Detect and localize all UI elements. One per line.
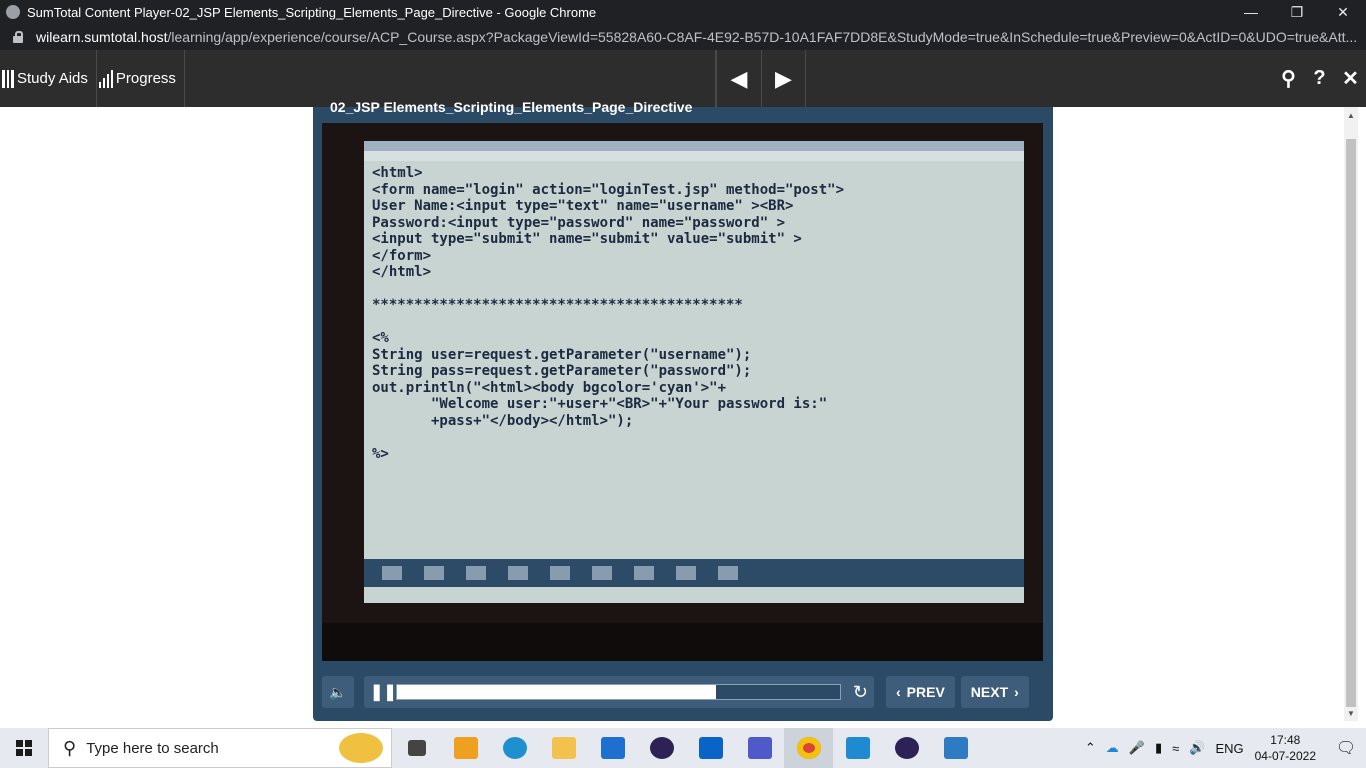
microphone-icon[interactable]: 🎤 (1129, 740, 1145, 756)
progress-button[interactable]: Progress (97, 50, 185, 107)
player-controls: 🔈 ❚❚ ↻ ‹ PREV NEXT › (322, 675, 1043, 709)
triangle-right-icon: ▶ (774, 65, 792, 91)
exit-button[interactable]: ✕ (1335, 50, 1366, 107)
eclipse-icon (894, 737, 919, 759)
search-button[interactable]: ⚲ (1273, 50, 1304, 107)
wifi-icon[interactable]: ≈ (1172, 741, 1179, 756)
taskbar-photos[interactable] (931, 728, 980, 768)
video-frame[interactable]: <html> <form name="login" action="loginT… (322, 123, 1043, 661)
restore-icon[interactable]: ❐ (1274, 4, 1320, 21)
folder-icon (551, 737, 576, 759)
scrollbar-thumb[interactable] (1346, 139, 1356, 707)
start-button[interactable] (0, 728, 48, 768)
vscode-icon (845, 737, 870, 759)
study-aids-button[interactable]: Study Aids (0, 50, 97, 107)
chevron-right-icon: › (1014, 684, 1019, 700)
progress-bars-icon (98, 69, 113, 88)
taskbar-eclipse[interactable] (637, 728, 686, 768)
taskbar-edge[interactable] (490, 728, 539, 768)
window-title: SumTotal Content Player-02_JSP Elements_… (27, 4, 597, 20)
clock-time: 17:48 (1270, 733, 1301, 747)
notepad-menubar (364, 151, 1024, 161)
video-bottom-band (322, 623, 1043, 661)
prev-button[interactable]: ‹ PREV (886, 676, 955, 708)
battery-icon[interactable]: ▮ (1155, 740, 1162, 756)
progress-label: Progress (115, 70, 176, 87)
minimize-icon[interactable]: — (1228, 4, 1274, 20)
prev-label: PREV (906, 684, 945, 700)
seek-bar[interactable] (396, 684, 841, 700)
close-icon[interactable]: ✕ (1320, 4, 1366, 21)
task-view-button[interactable] (392, 728, 441, 768)
teams-icon (747, 737, 772, 759)
search-icon: ⚲ (63, 737, 77, 758)
chevron-up-icon[interactable]: ⌃ (1085, 740, 1096, 756)
replay-icon[interactable]: ↻ (853, 682, 868, 703)
playback-control-group: ❚❚ ↻ (364, 676, 874, 708)
speaker-icon[interactable]: 🔊 (1189, 740, 1205, 756)
outlook-icon (698, 737, 723, 759)
volume-button[interactable]: 🔈 (322, 676, 354, 708)
taskbar-outlook[interactable] (686, 728, 735, 768)
system-tray: ⌃ ☁ 🎤 ▮ ≈ 🔊 ENG 17:48 04-07-2022 🗨 (1080, 728, 1366, 768)
language-indicator[interactable]: ENG (1215, 741, 1243, 756)
video-code-text: <html> <form name="login" action="loginT… (372, 165, 845, 462)
eclipse-icon (649, 737, 674, 759)
taskbar-clock[interactable]: 17:48 04-07-2022 (1255, 732, 1316, 764)
edge-icon (502, 737, 527, 759)
content-area: 02_JSP Elements_Scripting_Elements_Page_… (0, 99, 1366, 727)
chrome-icon (796, 737, 821, 759)
scroll-down-icon[interactable]: ▼ (1347, 709, 1355, 718)
pause-button[interactable]: ❚❚ (370, 682, 397, 702)
store-icon (453, 737, 478, 759)
scroll-up-icon[interactable]: ▲ (1347, 111, 1355, 120)
window-titlebar: SumTotal Content Player-02_JSP Elements_… (0, 0, 1366, 24)
photos-icon (943, 737, 968, 759)
clock-date: 04-07-2022 (1254, 749, 1316, 763)
video-taskbar (364, 559, 1024, 587)
taskbar-search-box[interactable]: ⚲ Type here to search (48, 728, 392, 768)
taskbar-store[interactable] (441, 728, 490, 768)
page-scrollbar[interactable]: ▲ ▼ (1344, 107, 1358, 721)
taskbar-mail[interactable] (588, 728, 637, 768)
search-highlight-icon (339, 733, 383, 763)
taskbar-teams[interactable] (735, 728, 784, 768)
onedrive-icon[interactable]: ☁ (1106, 740, 1119, 756)
close-icon: ✕ (1342, 68, 1359, 90)
task-view-icon (407, 740, 426, 756)
help-icon: ? (1313, 67, 1326, 89)
url-path: /learning/app/experience/course/ACP_Cour… (167, 29, 1358, 45)
next-label: NEXT (970, 684, 1009, 700)
toolbar-spacer-right (806, 50, 1273, 107)
windows-logo-icon (16, 740, 32, 756)
taskbar-eclipse-2[interactable] (882, 728, 931, 768)
taskbar-file-explorer[interactable] (539, 728, 588, 768)
url-host: wilearn.sumtotal.host (36, 29, 168, 45)
help-button[interactable]: ? (1304, 50, 1335, 107)
video-notepad-screen: <html> <form name="login" action="loginT… (364, 141, 1024, 603)
next-page-button[interactable]: ▶ (760, 50, 806, 107)
prev-page-button[interactable]: ◀ (715, 50, 761, 107)
chevron-left-icon: ‹ (896, 684, 901, 700)
triangle-left-icon: ◀ (730, 65, 748, 91)
mail-icon (600, 737, 625, 759)
content-player: 02_JSP Elements_Scripting_Elements_Page_… (313, 99, 1053, 721)
study-aids-label: Study Aids (17, 70, 88, 87)
seek-progress-fill (397, 685, 716, 699)
taskbar-chrome[interactable] (784, 728, 833, 768)
player-title: 02_JSP Elements_Scripting_Elements_Page_… (330, 99, 693, 115)
windows-taskbar: ⚲ Type here to search ⌃ ☁ 🎤 ▮ ≈ 🔊 ENG 17… (0, 728, 1366, 768)
taskbar-vscode[interactable] (833, 728, 882, 768)
lock-icon[interactable] (12, 31, 24, 43)
speaker-icon: 🔈 (329, 683, 347, 700)
study-aids-icon (2, 69, 14, 88)
search-icon: ⚲ (1281, 68, 1296, 90)
address-bar[interactable]: wilearn.sumtotal.host/learning/app/exper… (0, 24, 1366, 50)
taskbar-search-placeholder: Type here to search (86, 739, 219, 757)
notification-icon[interactable]: 🗨 (1326, 738, 1366, 758)
next-button[interactable]: NEXT › (960, 676, 1029, 708)
chrome-app-icon (6, 5, 20, 19)
url-text[interactable]: wilearn.sumtotal.host/learning/app/exper… (36, 29, 1357, 45)
